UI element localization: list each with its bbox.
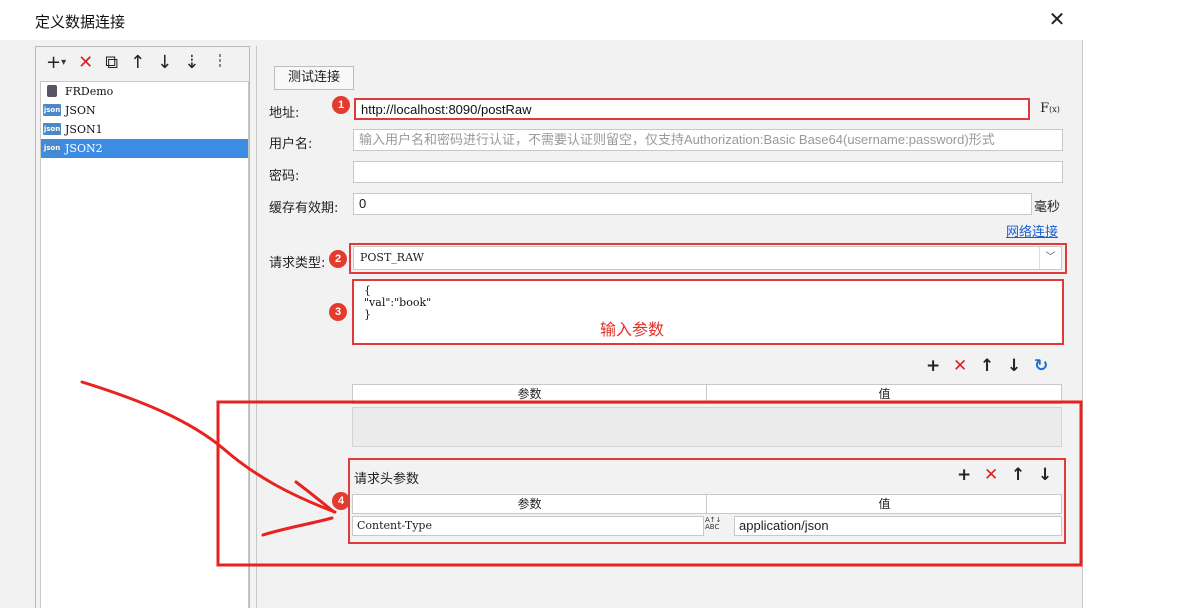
address-input[interactable]: http://localhost:8090/postRaw <box>354 98 1030 120</box>
annotation-badge-3: 3 <box>329 303 347 321</box>
tree-item-frdemo[interactable]: FRDemo <box>41 82 248 101</box>
formula-button[interactable]: F(x) <box>1037 97 1063 121</box>
move-down-icon[interactable]: ↓ <box>157 54 172 72</box>
username-input[interactable]: 输入用户名和密码进行认证，不需要认证则留空，仅支持Authorization:B… <box>353 129 1063 151</box>
add-menu-chevron-icon[interactable]: ▾ <box>61 58 66 68</box>
column-header-param[interactable]: 参数 <box>353 495 707 513</box>
cache-duration-input[interactable]: 0 <box>353 193 1032 215</box>
request-type-label: 请求类型: <box>269 256 326 271</box>
request-type-value: POST_RAW <box>360 251 424 264</box>
move-up-icon[interactable]: ↑ <box>1011 467 1025 484</box>
database-icon <box>47 85 57 97</box>
define-data-connection-dialog: 定义数据连接 ✕ + ▾ ✕ ⧉ ↑ ↓ ⇣ FRDemo json JSON … <box>0 0 1083 608</box>
delete-icon[interactable]: ✕ <box>953 358 967 375</box>
column-header-param[interactable]: 参数 <box>353 385 707 403</box>
json-icon: json <box>43 104 61 116</box>
password-input[interactable] <box>353 161 1063 183</box>
headers-toolbar: + ✕ ↑ ↓ <box>957 467 1052 484</box>
column-header-value[interactable]: 值 <box>708 495 1061 513</box>
delete-icon[interactable]: ✕ <box>984 467 998 484</box>
text-type-icon[interactable]: A↑↓ ABC <box>705 517 722 531</box>
cache-duration-label: 缓存有效期: <box>269 201 339 216</box>
username-label: 用户名: <box>269 137 313 152</box>
network-connection-link[interactable]: 网络连接 <box>1006 221 1058 240</box>
tree-item-label: JSON2 <box>65 142 103 155</box>
json-icon: json <box>43 123 61 135</box>
json-icon: json <box>43 142 61 154</box>
params-table-header: 参数 值 <box>352 384 1062 404</box>
password-label: 密码: <box>269 169 300 184</box>
params-toolbar: + ✕ ↑ ↓ ↻ <box>926 358 1048 375</box>
tree-item-json1[interactable]: json JSON1 <box>41 120 248 139</box>
delete-icon[interactable]: ✕ <box>78 54 93 72</box>
test-connection-button[interactable]: 测试连接 <box>274 66 354 90</box>
dialog-title: 定义数据连接 <box>35 13 126 31</box>
header-param-cell[interactable]: Content-Type <box>352 516 704 536</box>
tree-item-json2[interactable]: json JSON2 <box>41 139 248 158</box>
header-value-cell[interactable]: application/json <box>734 516 1062 536</box>
request-body-textarea[interactable]: { "val":"book" } <box>352 279 1064 345</box>
annotation-badge-2: 2 <box>329 250 347 268</box>
column-header-value[interactable]: 值 <box>708 385 1061 403</box>
refresh-icon[interactable]: ↻ <box>1034 358 1048 375</box>
fx-label: F <box>1040 101 1050 116</box>
body-hint-annotation: 输入参数 <box>600 320 665 339</box>
copy-icon[interactable]: ⧉ <box>105 54 118 72</box>
request-headers-title: 请求头参数 <box>354 472 420 487</box>
params-table-body[interactable] <box>352 407 1062 447</box>
add-icon[interactable]: + <box>926 358 940 375</box>
move-up-icon[interactable]: ↑ <box>130 54 145 72</box>
add-icon[interactable]: + <box>46 54 61 72</box>
tree-item-label: JSON1 <box>65 123 103 136</box>
close-icon[interactable]: ✕ <box>1044 6 1070 32</box>
annotation-badge-4: 4 <box>332 492 350 510</box>
tree-item-json[interactable]: json JSON <box>41 101 248 120</box>
move-up-icon[interactable]: ↑ <box>980 358 994 375</box>
tree-item-label: FRDemo <box>65 85 114 98</box>
address-label: 地址: <box>269 106 300 121</box>
title-bar: 定义数据连接 ✕ <box>0 0 1083 40</box>
panel-splitter[interactable] <box>218 52 223 608</box>
annotation-badge-1: 1 <box>332 96 350 114</box>
add-icon[interactable]: + <box>957 467 971 484</box>
request-type-select[interactable]: POST_RAW ﹀ <box>353 246 1062 270</box>
sort-icon[interactable]: ⇣ <box>184 54 199 72</box>
chevron-down-icon[interactable]: ﹀ <box>1039 247 1061 269</box>
tree-item-label: JSON <box>65 104 96 117</box>
headers-table-header: 参数 值 <box>352 494 1062 514</box>
move-down-icon[interactable]: ↓ <box>1007 358 1021 375</box>
cache-unit-label: 毫秒 <box>1034 200 1061 215</box>
move-down-icon[interactable]: ↓ <box>1038 467 1052 484</box>
fx-sub: (x) <box>1049 105 1060 114</box>
